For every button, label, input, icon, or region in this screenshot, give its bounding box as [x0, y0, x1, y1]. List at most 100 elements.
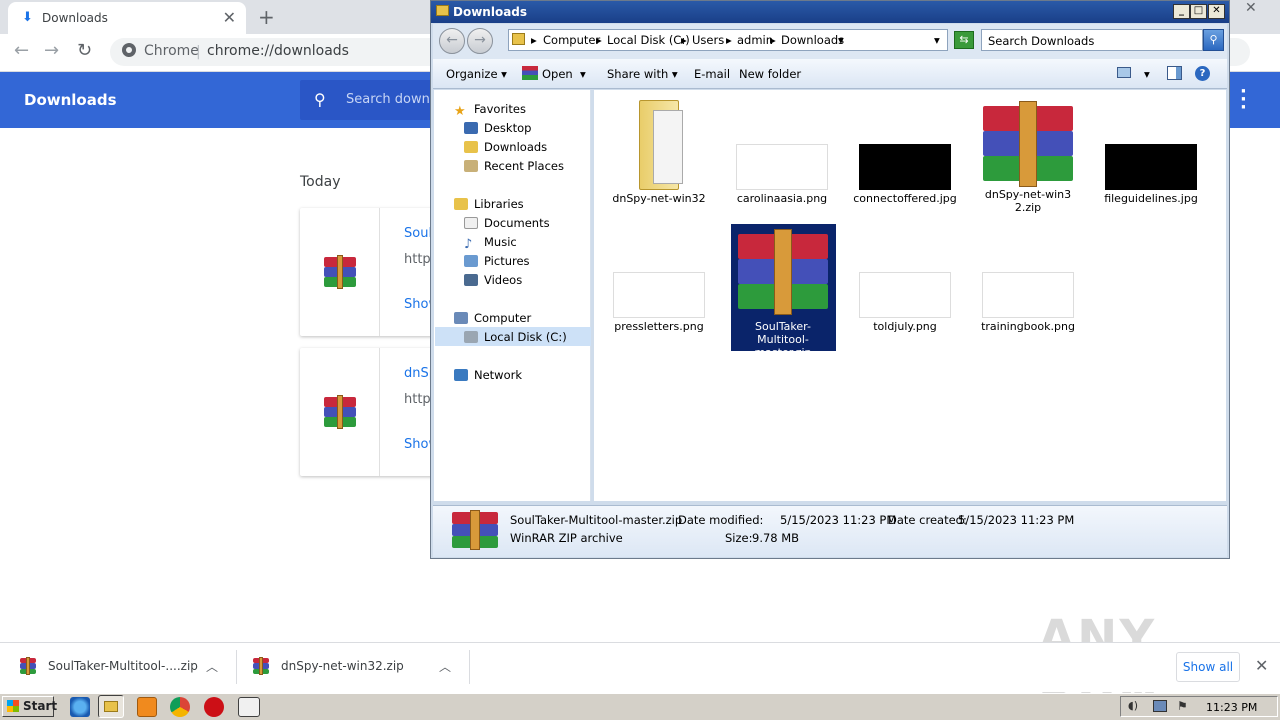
nav-recent-places[interactable]: Recent Places	[464, 159, 564, 173]
breadcrumb-arrow-icon[interactable]: ▸	[770, 33, 776, 47]
forward-arrow-icon[interactable]: →	[44, 40, 59, 61]
forward-button[interactable]: →	[467, 28, 493, 54]
nav-desktop[interactable]: Desktop	[464, 121, 531, 135]
file-item[interactable]: dnSpy-net-win32.zip	[976, 96, 1080, 214]
maximize-button[interactable]: □	[1190, 4, 1207, 19]
winrar-icon	[736, 224, 830, 315]
opera-icon[interactable]	[204, 697, 224, 717]
view-dropdown-icon[interactable]: ▾	[1144, 67, 1150, 81]
reload-icon[interactable]: ↻	[77, 40, 92, 61]
nav-downloads[interactable]: Downloads	[464, 140, 547, 154]
file-item[interactable]: dnSpy-net-win32	[607, 96, 711, 205]
breadcrumb-arrow-icon[interactable]: ▸	[531, 33, 537, 47]
tab-downloads[interactable]: ⬇ Downloads ✕	[8, 2, 246, 34]
nav-network[interactable]: Network	[454, 368, 522, 382]
explorer-search-input[interactable]: Search Downloads	[981, 29, 1203, 51]
file-item[interactable]: connectoffered.jpg	[853, 96, 957, 205]
libraries-icon	[454, 198, 468, 210]
breadcrumb-users[interactable]: Users	[692, 33, 724, 47]
volume-icon[interactable]: ◖)	[1128, 700, 1142, 712]
star-icon: ★	[454, 104, 466, 119]
shelf-item[interactable]: SoulTaker-Multitool-....zip ︿	[20, 650, 230, 684]
explorer-taskbar-button[interactable]	[98, 695, 124, 718]
address-dropdown-icon[interactable]: ▾	[934, 33, 940, 47]
explorer-titlebar[interactable]: Downloads	[431, 1, 1229, 23]
flag-icon[interactable]: ⚑	[1177, 699, 1188, 713]
chevron-up-icon[interactable]: ︿	[206, 658, 218, 675]
file-item[interactable]: fileguidelines.jpg	[1099, 96, 1203, 205]
nav-libraries[interactable]: Libraries	[454, 197, 524, 211]
nav-local-disk[interactable]: Local Disk (C:)	[464, 330, 567, 344]
winrar-icon	[253, 657, 269, 675]
details-file-name: SoulTaker-Multitool-master.zip	[510, 513, 683, 527]
chevron-up-icon[interactable]: ︿	[439, 658, 451, 675]
chrome-close-icon[interactable]: ✕	[1245, 0, 1257, 16]
nav-favorites[interactable]: ★ Favorites	[454, 102, 526, 119]
folder-icon	[436, 5, 449, 16]
breadcrumb-arrow-icon[interactable]: ▾	[838, 33, 844, 47]
file-item[interactable]: toldjuly.png	[853, 224, 957, 333]
file-name: dnSpy-net-win32.zip	[984, 188, 1072, 214]
open-dropdown-icon[interactable]: ▾	[580, 67, 586, 81]
more-menu-icon[interactable]: · · ·	[1240, 83, 1247, 117]
internet-explorer-icon[interactable]	[70, 697, 90, 717]
disk-icon	[464, 331, 478, 343]
shelf-item[interactable]: dnSpy-net-win32.zip ︿	[253, 650, 463, 684]
show-desktop-icon[interactable]	[238, 697, 260, 717]
breadcrumb-arrow-icon[interactable]: ▸	[681, 33, 687, 47]
nav-videos[interactable]: Videos	[464, 273, 522, 287]
close-button[interactable]: ✕	[1208, 4, 1225, 19]
breadcrumb-arrow-icon[interactable]: ▸	[726, 33, 732, 47]
close-tab-icon[interactable]: ✕	[223, 8, 236, 27]
breadcrumb-computer[interactable]: Computer	[543, 33, 600, 47]
nav-pictures[interactable]: Pictures	[464, 254, 530, 268]
close-shelf-icon[interactable]: ✕	[1255, 656, 1268, 675]
chrome-taskbar-icon[interactable]	[170, 697, 190, 717]
network-tray-icon[interactable]	[1153, 700, 1167, 712]
help-icon[interactable]: ?	[1195, 66, 1210, 81]
open-button[interactable]: Open	[542, 67, 573, 81]
winrar-icon	[324, 255, 356, 289]
nav-music[interactable]: ♪ Music	[464, 235, 517, 252]
documents-icon	[464, 217, 478, 229]
start-button[interactable]: Start	[2, 696, 57, 717]
download-card-icon-column	[300, 348, 380, 476]
preview-pane-icon[interactable]	[1167, 66, 1182, 80]
breadcrumb-arrow-icon[interactable]: ▸	[596, 33, 602, 47]
file-item-selected[interactable]: SoulTaker-Multitool-master.zip	[731, 224, 835, 359]
new-folder-button[interactable]: New folder	[739, 67, 801, 81]
details-created-value: 5/15/2023 11:23 PM	[958, 513, 1075, 527]
media-player-icon[interactable]	[137, 697, 157, 717]
email-button[interactable]: E-mail	[694, 67, 730, 81]
back-arrow-icon[interactable]: ←	[14, 40, 29, 61]
computer-icon	[454, 312, 468, 324]
share-with-menu[interactable]: Share with ▾	[607, 67, 678, 81]
show-all-button[interactable]: Show all	[1176, 652, 1240, 682]
file-item[interactable]: carolinaasia.png	[730, 96, 834, 205]
organize-menu[interactable]: Organize ▾	[446, 67, 507, 81]
minimize-button[interactable]: _	[1173, 4, 1190, 19]
search-icon[interactable]: ⚲	[1203, 29, 1224, 51]
breadcrumb-admin[interactable]: admin	[737, 33, 773, 47]
nav-computer[interactable]: Computer	[454, 311, 531, 325]
download-card-icon-column	[300, 208, 380, 336]
file-item[interactable]: trainingbook.png	[976, 224, 1080, 333]
network-icon	[454, 369, 468, 381]
image-thumbnail	[859, 144, 951, 190]
download-file-name[interactable]: Soul	[404, 226, 432, 241]
search-icon: ⚲	[314, 90, 326, 109]
change-view-icon[interactable]	[1117, 67, 1131, 78]
back-button[interactable]: ←	[439, 28, 465, 54]
file-item[interactable]: pressletters.png	[607, 224, 711, 333]
refresh-icon[interactable]: ⇆	[954, 31, 974, 49]
breadcrumb-downloads[interactable]: Downloads	[781, 33, 844, 47]
nav-documents[interactable]: Documents	[464, 216, 550, 230]
winrar-icon	[981, 96, 1075, 187]
shelf-divider	[236, 650, 237, 684]
new-tab-button[interactable]: +	[258, 5, 275, 29]
omnibox-url[interactable]: chrome://downloads	[207, 43, 349, 59]
file-name: fileguidelines.jpg	[1104, 192, 1198, 205]
breadcrumb-local-disk[interactable]: Local Disk (C:)	[607, 33, 690, 47]
details-modified-value: 5/15/2023 11:23 PM	[780, 513, 897, 527]
file-name: SoulTaker-Multitool-master.zip	[754, 320, 812, 359]
